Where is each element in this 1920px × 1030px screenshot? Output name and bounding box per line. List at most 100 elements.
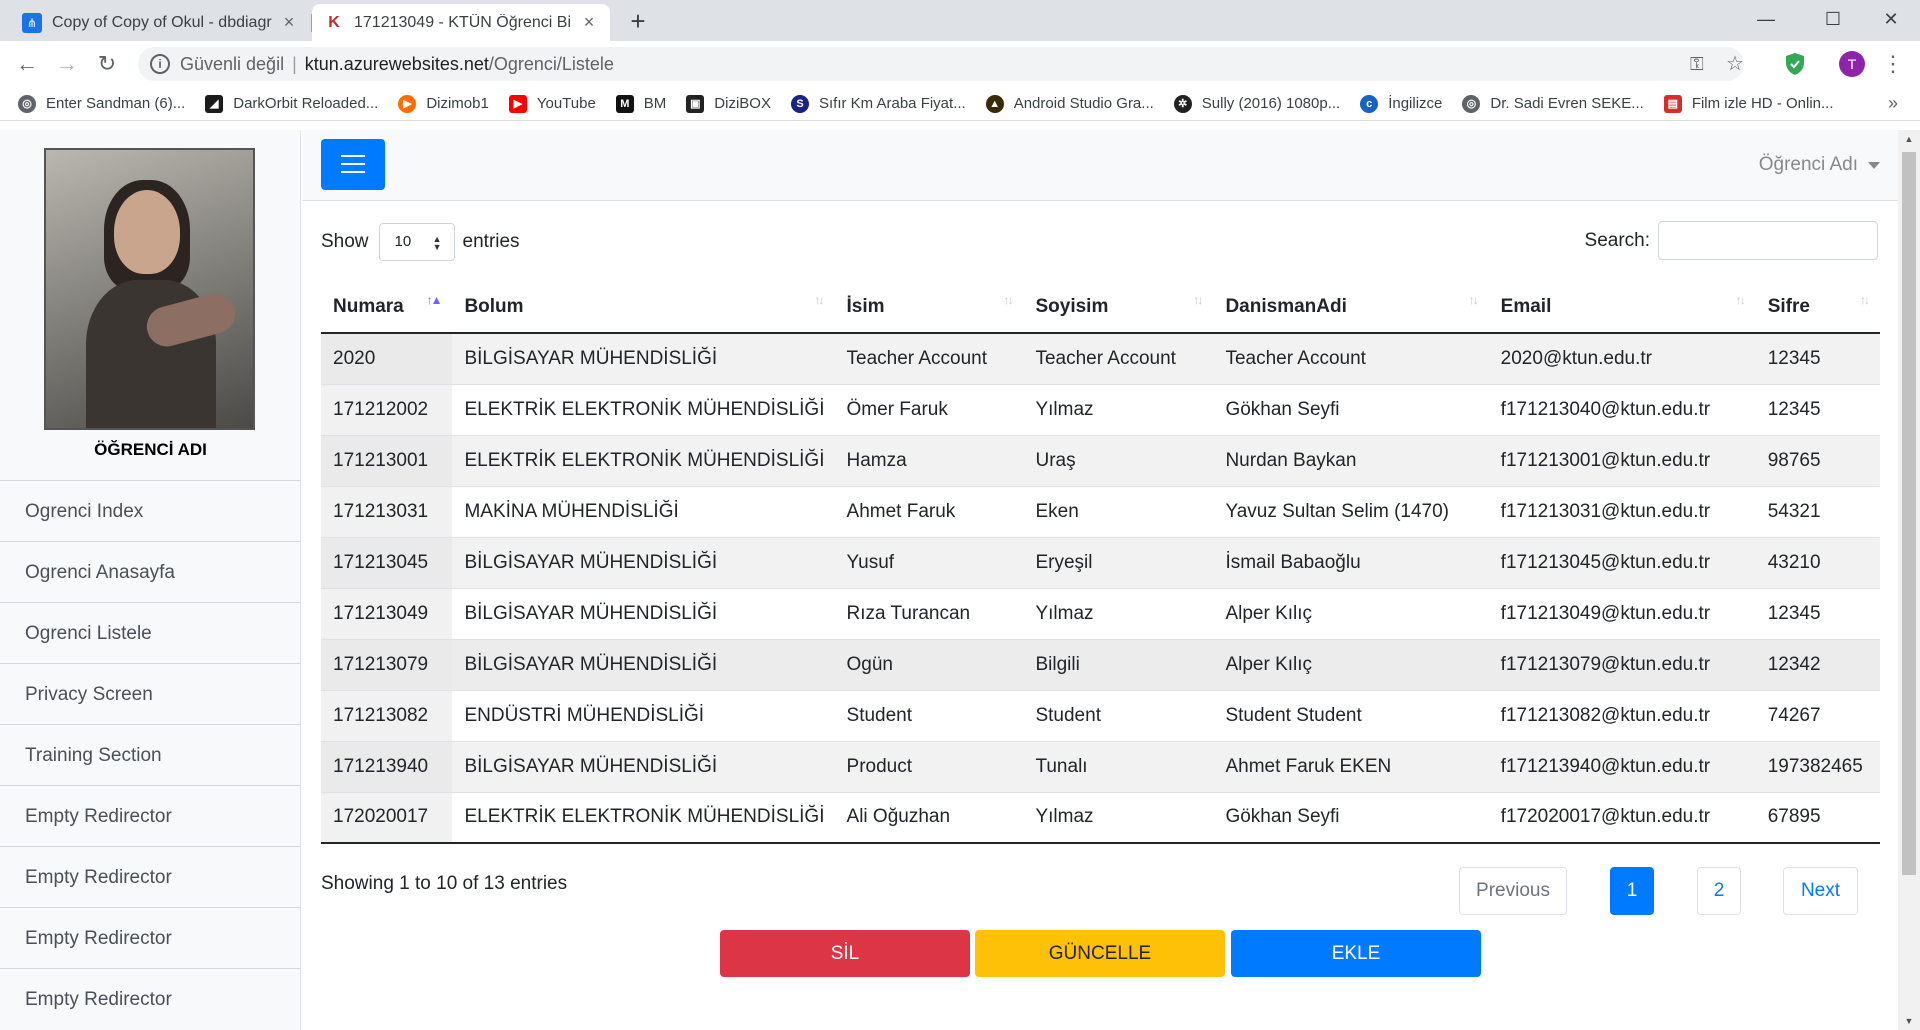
cell-numara: 171213079 bbox=[321, 638, 453, 690]
sort-icon: ↑↓ bbox=[814, 293, 825, 307]
forward-button[interactable]: → bbox=[53, 50, 81, 78]
menu-toggle-button[interactable] bbox=[321, 139, 385, 190]
add-button[interactable]: EKLE bbox=[1231, 930, 1481, 977]
bookmark-item[interactable]: ◢ DarkOrbit Reloaded... bbox=[205, 94, 379, 113]
sidebar-item-empty-redirector[interactable]: Empty Redirector bbox=[0, 846, 301, 907]
sidebar: ÖĞRENCİ ADI Ogrenci Index Ogrenci Anasay… bbox=[0, 130, 301, 1030]
table-row[interactable]: 171213940 BİLGİSAYAR MÜHENDİSLİĞİ Produc… bbox=[321, 740, 1880, 792]
page-length-select[interactable]: 10 ▲ ▼ bbox=[378, 223, 455, 261]
table-row[interactable]: 171212002 ELEKTRİK ELEKTRONİK MÜHENDİSLİ… bbox=[321, 383, 1880, 435]
browser-menu-icon[interactable]: ⋮ bbox=[1882, 50, 1904, 78]
cell-danisman: Student Student bbox=[1213, 689, 1489, 741]
close-window-button[interactable]: ✕ bbox=[1862, 4, 1920, 34]
sidebar-item-empty-redirector[interactable]: Empty Redirector bbox=[0, 907, 301, 968]
cell-isim: Teacher Account bbox=[834, 332, 1024, 384]
column-header-bolum[interactable]: Bolum ↑↓ bbox=[452, 281, 835, 334]
bookmark-item[interactable]: S Sıfır Km Araba Fiyat... bbox=[790, 94, 966, 113]
bookmark-item[interactable]: ▤ Film izle HD - Onlin... bbox=[1663, 94, 1834, 113]
cell-email: f171213045@ktun.edu.tr bbox=[1488, 536, 1756, 588]
delete-button[interactable]: SİL bbox=[720, 930, 970, 977]
search-control: Search: bbox=[1585, 221, 1878, 260]
cell-numara: 171213940 bbox=[321, 740, 453, 792]
cell-numara: 171213001 bbox=[321, 434, 453, 486]
bookmark-item[interactable]: ▶ Dizimob1 bbox=[398, 94, 489, 113]
bookmark-item[interactable]: ▶ YouTube bbox=[508, 94, 596, 113]
cell-bolum: BİLGİSAYAR MÜHENDİSLİĞİ bbox=[452, 638, 835, 690]
new-tab-button[interactable]: + bbox=[624, 8, 652, 36]
scrollbar-thumb[interactable] bbox=[1902, 152, 1916, 875]
shield-extension-icon[interactable] bbox=[1782, 51, 1808, 77]
table-row[interactable]: 171213031 MAKİNA MÜHENDİSLİĞİ Ahmet Faru… bbox=[321, 485, 1880, 537]
cell-sifre: 12345 bbox=[1755, 332, 1880, 384]
address-bar[interactable]: i Güvenli değil | ktun.azurewebsites.net… bbox=[138, 47, 1744, 81]
close-icon[interactable]: × bbox=[580, 12, 598, 33]
sidebar-item-ogrenci-index[interactable]: Ogrenci Index bbox=[0, 480, 301, 541]
minimize-button[interactable]: — bbox=[1737, 4, 1795, 34]
table-row[interactable]: 172020017 ELEKTRİK ELEKTRONİK MÜHENDİSLİ… bbox=[321, 791, 1880, 844]
cell-isim: Student bbox=[834, 689, 1024, 741]
table-row[interactable]: 171213079 BİLGİSAYAR MÜHENDİSLİĞİ Ogün B… bbox=[321, 638, 1880, 690]
close-icon[interactable]: × bbox=[280, 12, 298, 33]
table-row[interactable]: 171213001 ELEKTRİK ELEKTRONİK MÜHENDİSLİ… bbox=[321, 434, 1880, 486]
sidebar-item-training[interactable]: Training Section bbox=[0, 724, 301, 785]
maximize-button[interactable]: ☐ bbox=[1804, 4, 1862, 34]
page-scrollbar[interactable]: ▲ ▼ bbox=[1898, 130, 1920, 1030]
cell-email: f171213049@ktun.edu.tr bbox=[1488, 587, 1756, 639]
star-icon[interactable]: ☆ bbox=[1726, 47, 1744, 81]
bookmark-item[interactable]: M BM bbox=[615, 94, 666, 113]
sidebar-item-ogrenci-anasayfa[interactable]: Ogrenci Anasayfa bbox=[0, 541, 301, 602]
sidebar-item-ogrenci-listele[interactable]: Ogrenci Listele bbox=[0, 602, 301, 663]
column-header-numara[interactable]: Numara ↑▲ bbox=[321, 281, 453, 334]
tab-title: 171213049 - KTÜN Öğrenci Bilgi bbox=[354, 13, 572, 31]
back-button[interactable]: ← bbox=[13, 50, 41, 78]
reload-button[interactable]: ↻ bbox=[93, 50, 121, 78]
sidebar-item-empty-redirector[interactable]: Empty Redirector bbox=[0, 968, 301, 1029]
table-row[interactable]: 171213049 BİLGİSAYAR MÜHENDİSLİĞİ Rıza T… bbox=[321, 587, 1880, 639]
pagination-previous[interactable]: Previous bbox=[1459, 867, 1567, 915]
cell-email: f171213082@ktun.edu.tr bbox=[1488, 689, 1756, 741]
update-button[interactable]: GÜNCELLE bbox=[975, 930, 1225, 977]
column-header-email[interactable]: Email ↑↓ bbox=[1488, 281, 1756, 334]
bookmark-item[interactable]: ✲ Sully (2016) 1080p... bbox=[1173, 94, 1340, 113]
bookmarks-overflow-button[interactable]: » bbox=[1888, 93, 1898, 114]
browser-tab-ktun[interactable]: K 171213049 - KTÜN Öğrenci Bilgi × bbox=[312, 4, 610, 41]
cell-isim: Hamza bbox=[834, 434, 1024, 486]
column-header-isim[interactable]: İsim ↑↓ bbox=[834, 281, 1024, 334]
column-header-sifre[interactable]: Sifre ↑↓ bbox=[1755, 281, 1880, 334]
browser-tabstrip: ⋔ Copy of Copy of Okul - dbdiagra × K 17… bbox=[0, 0, 1920, 41]
sidebar-item-privacy[interactable]: Privacy Screen bbox=[0, 663, 301, 724]
bookmark-label: DarkOrbit Reloaded... bbox=[233, 95, 379, 112]
student-name: ÖĞRENCİ ADI bbox=[94, 440, 207, 459]
bookmark-item[interactable]: c İngilizce bbox=[1360, 94, 1442, 113]
sort-icon: ↑↓ bbox=[1193, 293, 1203, 307]
column-header-soyisim[interactable]: Soyisim ↑↓ bbox=[1023, 281, 1214, 334]
info-icon[interactable]: i bbox=[150, 54, 170, 74]
ktun-icon: K bbox=[324, 12, 344, 33]
cell-soyisim: Teacher Account bbox=[1023, 332, 1214, 384]
table-row[interactable]: 2020 BİLGİSAYAR MÜHENDİSLİĞİ Teacher Acc… bbox=[321, 332, 1880, 384]
search-input[interactable] bbox=[1658, 221, 1878, 260]
sidebar-item-empty-redirector[interactable]: Empty Redirector bbox=[0, 785, 301, 846]
bookmark-item[interactable]: ◎ Enter Sandman (6)... bbox=[18, 94, 185, 113]
pagination-page-2[interactable]: 2 bbox=[1697, 867, 1741, 915]
bookmark-item[interactable]: ▲ Android Studio Gra... bbox=[985, 94, 1154, 113]
scroll-down-icon[interactable]: ▼ bbox=[1898, 1012, 1920, 1030]
cell-sifre: 197382465 bbox=[1755, 740, 1880, 792]
bookmark-item[interactable]: ▣ DiziBOX bbox=[686, 94, 771, 113]
bookmark-item[interactable]: ◎ Dr. Sadi Evren SEKE... bbox=[1462, 94, 1644, 113]
cell-sifre: 67895 bbox=[1755, 791, 1880, 844]
cell-soyisim: Uraş bbox=[1023, 434, 1214, 486]
scroll-up-icon[interactable]: ▲ bbox=[1898, 130, 1920, 148]
browser-tab-dbdiagram[interactable]: ⋔ Copy of Copy of Okul - dbdiagra × bbox=[10, 4, 310, 41]
profile-avatar[interactable]: T bbox=[1839, 51, 1865, 77]
table-row[interactable]: 171213082 ENDÜSTRİ MÜHENDİSLİĞİ Student … bbox=[321, 689, 1880, 741]
bookmarks-bar: ◎ Enter Sandman (6)... ◢ DarkOrbit Reloade… bbox=[0, 87, 1920, 121]
key-icon[interactable]: ⚿ bbox=[1690, 47, 1704, 81]
pagination-next[interactable]: Next bbox=[1783, 867, 1858, 915]
cell-danisman: Alper Kılıç bbox=[1213, 638, 1489, 690]
table-row[interactable]: 171213045 BİLGİSAYAR MÜHENDİSLİĞİ Yusuf … bbox=[321, 536, 1880, 588]
user-dropdown[interactable]: Öğrenci Adı bbox=[1759, 154, 1880, 176]
cell-email: f172020017@ktun.edu.tr bbox=[1488, 791, 1756, 844]
pagination-page-1[interactable]: 1 bbox=[1610, 867, 1654, 915]
column-header-danismanadi[interactable]: DanismanAdi ↑↓ bbox=[1213, 281, 1489, 334]
